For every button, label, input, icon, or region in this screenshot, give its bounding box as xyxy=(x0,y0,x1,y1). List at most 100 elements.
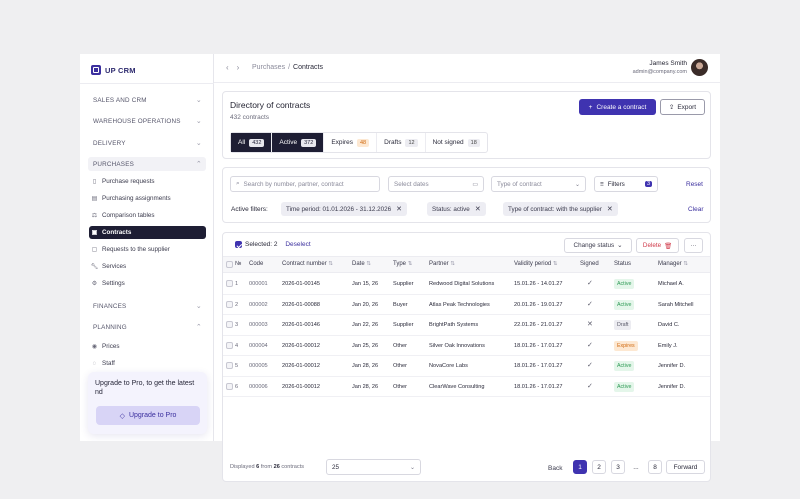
row-checkbox[interactable] xyxy=(226,321,233,328)
row-manager: Emily J. xyxy=(658,342,678,349)
chip-label: Type of contract: with the supplier xyxy=(508,205,602,213)
row-partner: Redwood Digital Solutions xyxy=(429,281,495,287)
header-checkbox[interactable] xyxy=(226,261,233,268)
row-type: Other xyxy=(393,363,407,369)
reset-link[interactable]: Reset xyxy=(686,181,703,188)
row-partner: Atlas Peak Technologies xyxy=(429,301,490,308)
row-number: 1 xyxy=(235,281,239,287)
table-row[interactable]: 2 000002 2026-01-00088 Jan 20, 26 Buyer Atlas… xyxy=(223,295,710,315)
filter-icon: ≡ xyxy=(600,180,604,188)
date-placeholder: Select dates xyxy=(394,180,429,188)
clear-link[interactable]: Clear xyxy=(688,206,704,213)
check-icon: ✓ xyxy=(587,382,593,390)
row-checkbox[interactable] xyxy=(226,300,233,308)
row-date: Jan 25, 26 xyxy=(352,342,379,349)
column-partner[interactable]: Partner ⇅ xyxy=(429,261,455,267)
page-1-button[interactable]: 1 xyxy=(573,460,587,474)
tab-label: Expires xyxy=(331,139,353,146)
date-picker[interactable]: Select dates ▭ xyxy=(388,176,484,192)
page-8-button[interactable]: 8 xyxy=(648,460,662,474)
forward-button[interactable]: Forward xyxy=(666,460,705,474)
deselect-link[interactable]: Deselect xyxy=(285,241,310,248)
tab-expires[interactable]: Expires 48 xyxy=(324,133,378,152)
more-actions-button[interactable]: ··· xyxy=(684,238,703,253)
tab-all[interactable]: All 432 xyxy=(231,133,273,152)
row-number: 2 xyxy=(235,301,239,308)
selected-summary: Selected: 2 Deselect xyxy=(245,241,311,248)
delete-label: Delete xyxy=(642,242,662,249)
create-contract-button[interactable]: + Create a contract xyxy=(579,99,656,115)
table-row[interactable]: 6 000006 2026-01-00012 Jan 28, 26 Other Clear… xyxy=(223,377,710,397)
row-date: Jan 28, 26 xyxy=(352,383,379,390)
cross-icon: ✕ xyxy=(587,321,593,328)
select-all-checkbox[interactable] xyxy=(235,241,242,248)
page-size-select[interactable]: 25 ⌄ xyxy=(326,459,421,475)
filter-chip-status: Status: active ✕ xyxy=(427,202,486,216)
check-icon: ✓ xyxy=(587,280,593,287)
column-type[interactable]: Type ⇅ xyxy=(393,261,412,267)
column-code[interactable]: Code xyxy=(249,261,263,267)
column-validity[interactable]: Validity period ⇅ xyxy=(514,261,558,267)
tab-active[interactable]: Active 372 xyxy=(272,133,325,152)
back-button[interactable]: Back xyxy=(548,465,562,472)
export-button[interactable]: ⇪ Export xyxy=(660,99,705,115)
row-date: Jan 15, 26 xyxy=(352,281,379,287)
row-partner: NovaCore Labs xyxy=(429,363,468,369)
row-validity: 20.01.26 - 19.01.27 xyxy=(514,301,563,308)
page-2-button[interactable]: 2 xyxy=(592,460,606,474)
chip-label: Status: active xyxy=(432,205,470,213)
row-type: Other xyxy=(393,342,407,349)
row-contract-number: 2026-01-00146 xyxy=(282,322,320,328)
table-row[interactable]: 4 000004 2026-01-00012 Jan 25, 26 Other Silve… xyxy=(223,336,710,356)
row-validity: 18.01.26 - 17.01.27 xyxy=(514,363,563,369)
row-checkbox[interactable] xyxy=(226,362,233,369)
row-date: Jan 22, 26 xyxy=(352,322,379,328)
row-type: Buyer xyxy=(393,301,408,308)
close-icon[interactable]: ✕ xyxy=(475,205,481,213)
row-checkbox[interactable] xyxy=(226,341,233,349)
table-row[interactable]: 1 000001 2026-01-00145 Jan 15, 26 Supplier Re… xyxy=(223,274,710,295)
change-status-dropdown[interactable]: Change status ⌄ xyxy=(564,238,632,253)
page-3-button[interactable]: 3 xyxy=(611,460,625,474)
row-number: 4 xyxy=(235,342,239,349)
close-icon[interactable]: ✕ xyxy=(396,205,402,213)
tab-not-signed[interactable]: Not signed 18 xyxy=(426,133,487,152)
column-date[interactable]: Date ⇅ xyxy=(352,261,371,267)
plus-icon: + xyxy=(588,103,593,111)
export-label: Export xyxy=(677,103,697,111)
contract-type-select[interactable]: Type of contract ⌄ xyxy=(491,176,586,192)
filter-chip-time-period: Time period: 01.01.2026 - 31.12.2026 ✕ xyxy=(281,202,408,216)
row-validity: 15.01.26 - 14.01.27 xyxy=(514,281,563,287)
filters-button[interactable]: ≡ Filters 3 xyxy=(594,176,658,192)
search-input[interactable]: ⌕ Search by number, partner, contract xyxy=(230,176,380,192)
chevron-down-icon: ⌄ xyxy=(617,242,623,249)
calendar-icon: ▭ xyxy=(472,181,478,188)
table-row[interactable]: 5 000005 2026-01-00012 Jan 28, 26 Other NovaC… xyxy=(223,356,710,377)
row-manager: Jennifer D. xyxy=(658,363,686,369)
close-icon[interactable]: ✕ xyxy=(607,205,613,213)
row-manager: Jennifer D. xyxy=(658,383,686,390)
status-badge: Active xyxy=(614,279,635,289)
column-contract-number[interactable]: Contract number ⇅ xyxy=(282,261,333,267)
column-label: Contract number xyxy=(282,261,327,267)
active-filters-label: Active filters: xyxy=(231,206,268,213)
column-label: Partner xyxy=(429,261,449,267)
row-contract-number: 2026-01-00088 xyxy=(282,301,320,308)
column-label: Manager xyxy=(658,261,682,267)
chevron-down-icon: ⌄ xyxy=(409,464,415,471)
column-label: Type xyxy=(393,261,407,267)
page-title: Directory of contracts xyxy=(230,100,311,110)
row-checkbox[interactable] xyxy=(226,382,233,390)
summary-text: from xyxy=(260,464,273,470)
tab-drafts[interactable]: Drafts 12 xyxy=(377,133,426,152)
row-checkbox[interactable] xyxy=(226,280,233,287)
delete-button[interactable]: Delete 🗑︎ xyxy=(636,238,679,253)
column-status: Status xyxy=(614,261,632,267)
row-number: 6 xyxy=(235,383,239,390)
table-row[interactable]: 3 000003 2026-01-00146 Jan 22, 26 Supplier Br… xyxy=(223,315,710,336)
row-manager: David C. xyxy=(658,322,680,328)
row-number: 3 xyxy=(235,322,239,328)
filters-label: Filters xyxy=(607,180,625,188)
column-manager[interactable]: Manager ⇅ xyxy=(658,261,688,267)
page-size-value: 25 xyxy=(332,463,340,471)
